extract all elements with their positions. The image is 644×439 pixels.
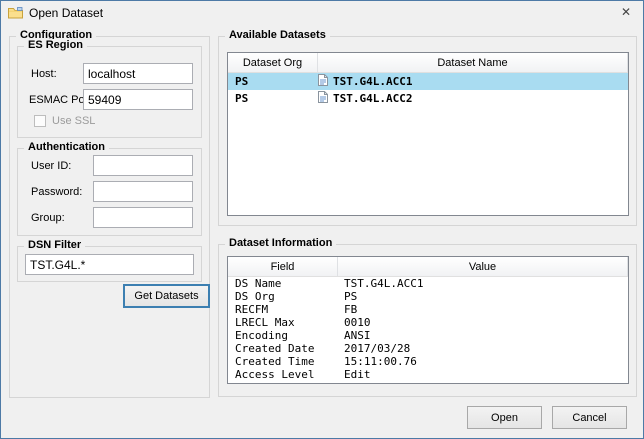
dataset-org-cell: PS [228, 75, 318, 88]
cancel-button[interactable]: Cancel [552, 406, 627, 429]
info-row: Encoding ANSI [228, 329, 628, 342]
dialog-body: Configuration ES Region Host: ESMAC Port… [1, 24, 643, 438]
info-value: FB [338, 303, 628, 316]
info-field: Created Date [228, 342, 338, 355]
info-value: 15:11:00.76 [338, 355, 628, 368]
table-row[interactable]: PS TST.G4L.ACC2 [228, 90, 628, 107]
open-button[interactable]: Open [467, 406, 542, 429]
authentication-group-title: Authentication [24, 141, 109, 153]
info-row: Created Time 15:11:00.76 [228, 355, 628, 368]
info-value: Edit [338, 368, 628, 381]
esmac-port-input[interactable] [83, 89, 193, 110]
info-row: Created Date 2017/03/28 [228, 342, 628, 355]
column-header-dataset-name[interactable]: Dataset Name [318, 53, 628, 72]
host-input[interactable] [83, 63, 193, 84]
dataset-information-table[interactable]: Field Value DS Name TST.G4L.ACC1 DS Org … [227, 256, 629, 384]
available-datasets-table[interactable]: Dataset Org Dataset Name PS TST.G4L.ACC1 [227, 52, 629, 216]
info-value: PS [338, 290, 628, 303]
info-field: LRECL Max [228, 316, 338, 329]
info-row: DS Org PS [228, 290, 628, 303]
dataset-name-cell: TST.G4L.ACC2 [318, 91, 628, 106]
info-value: 2017/03/28 [338, 342, 628, 355]
password-label: Password: [31, 186, 82, 198]
info-field: Access Level [228, 368, 338, 381]
titlebar[interactable]: Open Dataset ✕ [1, 1, 643, 24]
close-button[interactable]: ✕ [609, 1, 643, 23]
close-icon: ✕ [621, 5, 631, 19]
group-label: Group: [31, 212, 65, 224]
info-value: ANSI [338, 329, 628, 342]
dsn-filter-input[interactable] [25, 254, 194, 275]
user-id-label: User ID: [31, 160, 71, 172]
table-row[interactable]: PS TST.G4L.ACC1 [228, 73, 628, 90]
info-field: RECFM [228, 303, 338, 316]
info-value: TST.G4L.ACC1 [338, 277, 628, 290]
es-region-group-title: ES Region [24, 39, 87, 51]
info-value: 0010 [338, 316, 628, 329]
dataset-name-text: TST.G4L.ACC1 [333, 75, 412, 88]
info-field: DS Name [228, 277, 338, 290]
group-input[interactable] [93, 207, 193, 228]
get-datasets-button[interactable]: Get Datasets [123, 284, 210, 308]
available-datasets-group-title: Available Datasets [225, 29, 330, 41]
use-ssl-checkbox [34, 115, 46, 127]
info-field: Encoding [228, 329, 338, 342]
use-ssl-label: Use SSL [52, 115, 95, 127]
dataset-name-text: TST.G4L.ACC2 [333, 92, 412, 105]
user-id-input[interactable] [93, 155, 193, 176]
column-header-dataset-org[interactable]: Dataset Org [228, 53, 318, 72]
dsn-filter-group-title: DSN Filter [24, 239, 85, 251]
use-ssl-row: Use SSL [34, 115, 95, 127]
info-field: Created Time [228, 355, 338, 368]
info-row: DS Name TST.G4L.ACC1 [228, 277, 628, 290]
folder-icon [8, 7, 23, 19]
column-header-field[interactable]: Field [228, 257, 338, 276]
document-icon [318, 91, 328, 106]
info-row: RECFM FB [228, 303, 628, 316]
window-title: Open Dataset [29, 6, 103, 20]
info-row: LRECL Max 0010 [228, 316, 628, 329]
datasets-table-header: Dataset Org Dataset Name [228, 53, 628, 73]
info-table-header: Field Value [228, 257, 628, 277]
password-input[interactable] [93, 181, 193, 202]
dataset-information-group-title: Dataset Information [225, 237, 336, 249]
open-dataset-dialog: Open Dataset ✕ Configuration ES Region H… [0, 0, 644, 439]
column-header-value[interactable]: Value [338, 257, 628, 276]
dataset-org-cell: PS [228, 92, 318, 105]
dataset-name-cell: TST.G4L.ACC1 [318, 74, 628, 89]
document-icon [318, 74, 328, 89]
info-field: DS Org [228, 290, 338, 303]
host-label: Host: [31, 68, 57, 80]
info-row: Access Level Edit [228, 368, 628, 381]
